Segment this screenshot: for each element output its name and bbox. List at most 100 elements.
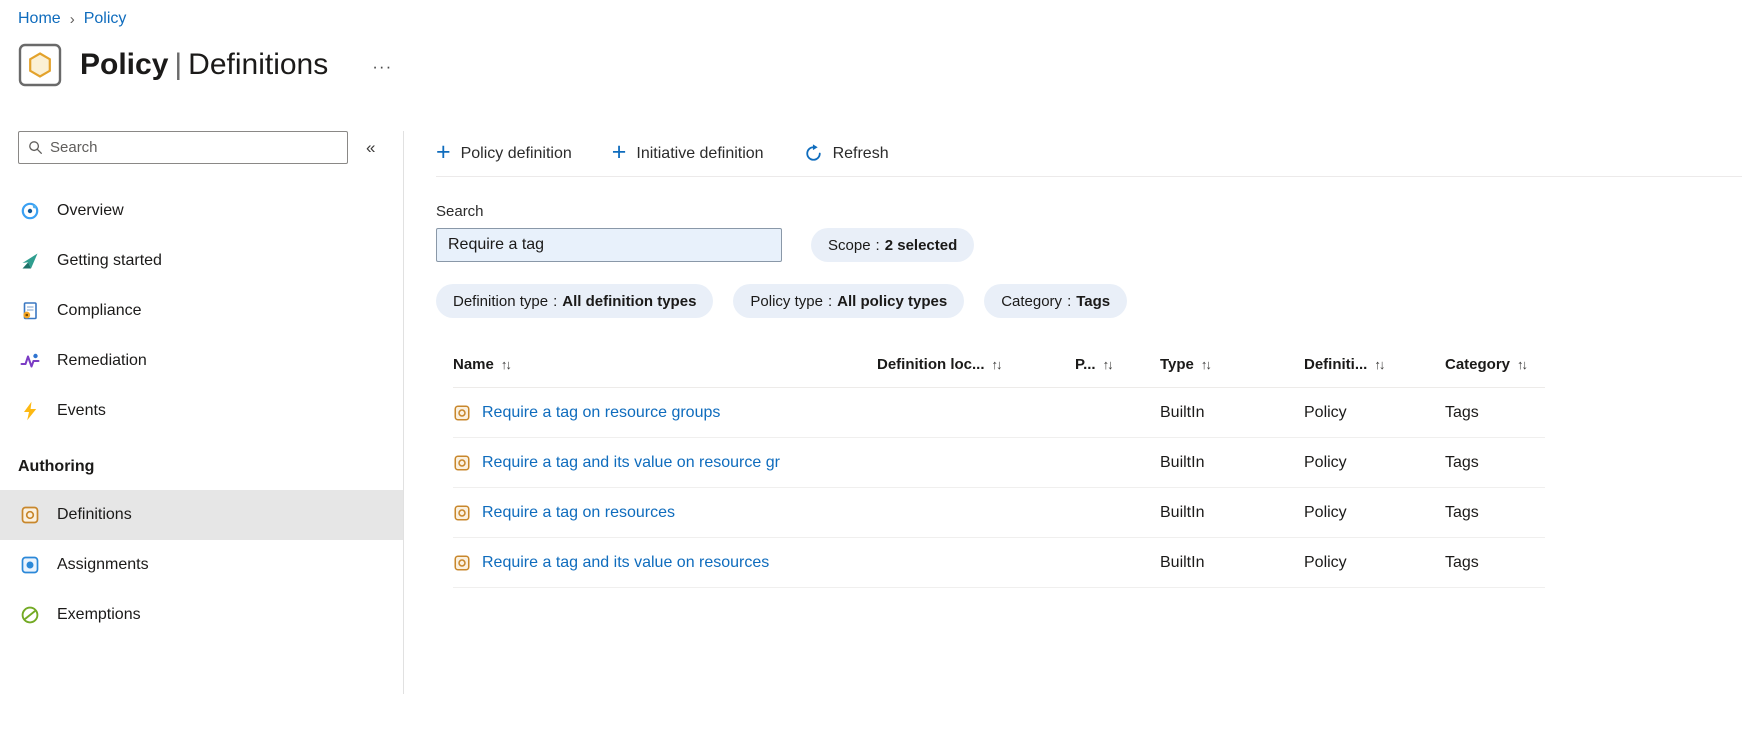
column-label: Definition loc... <box>877 356 985 373</box>
sidebar-item-label: Assignments <box>57 556 149 573</box>
sidebar-item-events[interactable]: Events <box>0 386 403 436</box>
initiative-definition-label: Initiative definition <box>636 144 764 162</box>
refresh-button[interactable]: Refresh <box>804 144 889 163</box>
table-header-row: Name ↑↓ Definition loc... ↑↓ P... ↑↓ Typ… <box>453 342 1545 388</box>
column-label: Name <box>453 356 494 373</box>
definitions-icon <box>21 506 39 524</box>
sort-icon: ↑↓ <box>1200 357 1212 372</box>
sort-icon: ↑↓ <box>991 357 1003 372</box>
cell-category: Tags <box>1445 503 1479 521</box>
cell-type: BuiltIn <box>1160 553 1205 571</box>
column-header-definition-location[interactable]: Definition loc... ↑↓ <box>877 356 1075 373</box>
breadcrumb: Home › Policy <box>0 0 1742 28</box>
pill-separator: : <box>1067 292 1072 310</box>
sidebar-item-exemptions[interactable]: Exemptions <box>0 590 403 640</box>
scope-filter-pill[interactable]: Scope : 2 selected <box>811 228 975 262</box>
page-header: Policy | Definitions ··· <box>0 28 1742 87</box>
sidebar-item-compliance[interactable]: Compliance <box>0 286 403 336</box>
sidebar-item-label: Compliance <box>57 302 142 319</box>
refresh-label: Refresh <box>832 144 889 162</box>
definition-link[interactable]: Require a tag and its value on resources <box>482 554 769 572</box>
pill-value: Tags <box>1076 292 1111 310</box>
definitions-search-input[interactable] <box>436 228 782 262</box>
sidebar-search-row: « <box>0 131 403 164</box>
plus-icon: + <box>436 138 451 166</box>
page-title-service: Policy <box>80 48 169 81</box>
definitions-table: Name ↑↓ Definition loc... ↑↓ P... ↑↓ Typ… <box>453 342 1545 588</box>
column-header-category[interactable]: Category ↑↓ <box>1445 356 1545 373</box>
column-label: P... <box>1075 356 1096 373</box>
policy-type-filter-pill[interactable]: Policy type : All policy types <box>733 284 965 318</box>
definition-link[interactable]: Require a tag on resource groups <box>482 404 720 422</box>
pill-label: Scope <box>828 236 871 254</box>
policy-definition-label: Policy definition <box>460 144 572 162</box>
category-filter-pill[interactable]: Category : Tags <box>984 284 1128 318</box>
column-label: Category <box>1445 356 1511 373</box>
column-label: Definiti... <box>1304 356 1368 373</box>
cell-category: Tags <box>1445 403 1479 421</box>
breadcrumb-policy-link[interactable]: Policy <box>84 10 127 28</box>
main-panel: + Policy definition + Initiative definit… <box>404 131 1742 694</box>
sidebar-item-label: Definitions <box>57 506 132 523</box>
definition-type-filter-pill[interactable]: Definition type : All definition types <box>436 284 714 318</box>
cell-type: BuiltIn <box>1160 453 1205 471</box>
sort-icon: ↑↓ <box>500 357 512 372</box>
sidebar-item-getting-started[interactable]: Getting started <box>0 236 403 286</box>
sidebar-search-input[interactable] <box>50 139 338 156</box>
search-filter-label: Search <box>436 203 484 220</box>
cell-definition-type: Policy <box>1304 453 1347 471</box>
column-label: Type <box>1160 356 1194 373</box>
getting-started-icon <box>22 253 38 269</box>
sidebar-item-definitions[interactable]: Definitions <box>0 490 403 540</box>
remediation-icon <box>20 353 40 368</box>
sidebar-search-box[interactable] <box>18 131 348 164</box>
column-header-type[interactable]: Type ↑↓ <box>1160 356 1304 373</box>
cell-definition-type: Policy <box>1304 503 1347 521</box>
page-title-blade: Definitions <box>188 48 329 81</box>
sidebar-item-assignments[interactable]: Assignments <box>0 540 403 590</box>
policy-definition-icon <box>454 504 470 521</box>
command-bar: + Policy definition + Initiative definit… <box>436 131 1742 177</box>
pill-value: 2 selected <box>884 236 958 254</box>
definition-link[interactable]: Require a tag and its value on resource … <box>482 454 780 472</box>
sidebar-item-label: Events <box>57 402 106 419</box>
assignments-icon <box>21 556 39 574</box>
content-area: « Overview Getting started <box>0 131 1742 694</box>
more-button[interactable]: ··· <box>372 57 392 77</box>
policy-definition-icon <box>454 454 470 471</box>
sidebar-item-label: Getting started <box>57 252 162 269</box>
sidebar: « Overview Getting started <box>0 131 404 694</box>
breadcrumb-home-link[interactable]: Home <box>18 10 61 28</box>
sidebar-item-overview[interactable]: Overview <box>0 186 403 236</box>
policy-service-icon <box>18 43 62 87</box>
sidebar-item-label: Overview <box>57 202 124 219</box>
cell-type: BuiltIn <box>1160 503 1205 521</box>
policy-definition-button[interactable]: + Policy definition <box>436 138 572 166</box>
pill-value: All policy types <box>837 292 948 310</box>
column-header-definition-type[interactable]: Definiti... ↑↓ <box>1304 356 1445 373</box>
sidebar-item-remediation[interactable]: Remediation <box>0 336 403 386</box>
definition-link[interactable]: Require a tag on resources <box>482 504 675 522</box>
compliance-icon <box>23 302 37 320</box>
filter-row-primary: Scope : 2 selected <box>436 228 1742 262</box>
page-title-separator: | <box>174 48 183 81</box>
sidebar-item-label: Exemptions <box>57 606 141 623</box>
pill-label: Policy type <box>750 292 823 310</box>
exemptions-icon <box>21 606 39 624</box>
column-header-name[interactable]: Name ↑↓ <box>453 356 877 373</box>
cell-definition-type: Policy <box>1304 553 1347 571</box>
overview-icon <box>21 202 39 220</box>
cell-definition-type: Policy <box>1304 403 1347 421</box>
cell-name: Require a tag and its value on resource … <box>453 454 877 472</box>
pill-separator: : <box>553 292 558 310</box>
cell-name: Require a tag on resource groups <box>453 404 877 422</box>
sidebar-section-authoring: Authoring <box>18 458 95 475</box>
initiative-definition-button[interactable]: + Initiative definition <box>612 140 764 166</box>
pill-value: All definition types <box>562 292 697 310</box>
cell-name: Require a tag and its value on resources <box>453 554 877 572</box>
table-row: Require a tag on resource groups BuiltIn… <box>453 388 1545 438</box>
collapse-sidebar-button[interactable]: « <box>360 134 381 162</box>
breadcrumb-separator-icon: › <box>69 10 75 28</box>
search-icon <box>29 141 42 154</box>
column-header-policies[interactable]: P... ↑↓ <box>1075 356 1160 373</box>
